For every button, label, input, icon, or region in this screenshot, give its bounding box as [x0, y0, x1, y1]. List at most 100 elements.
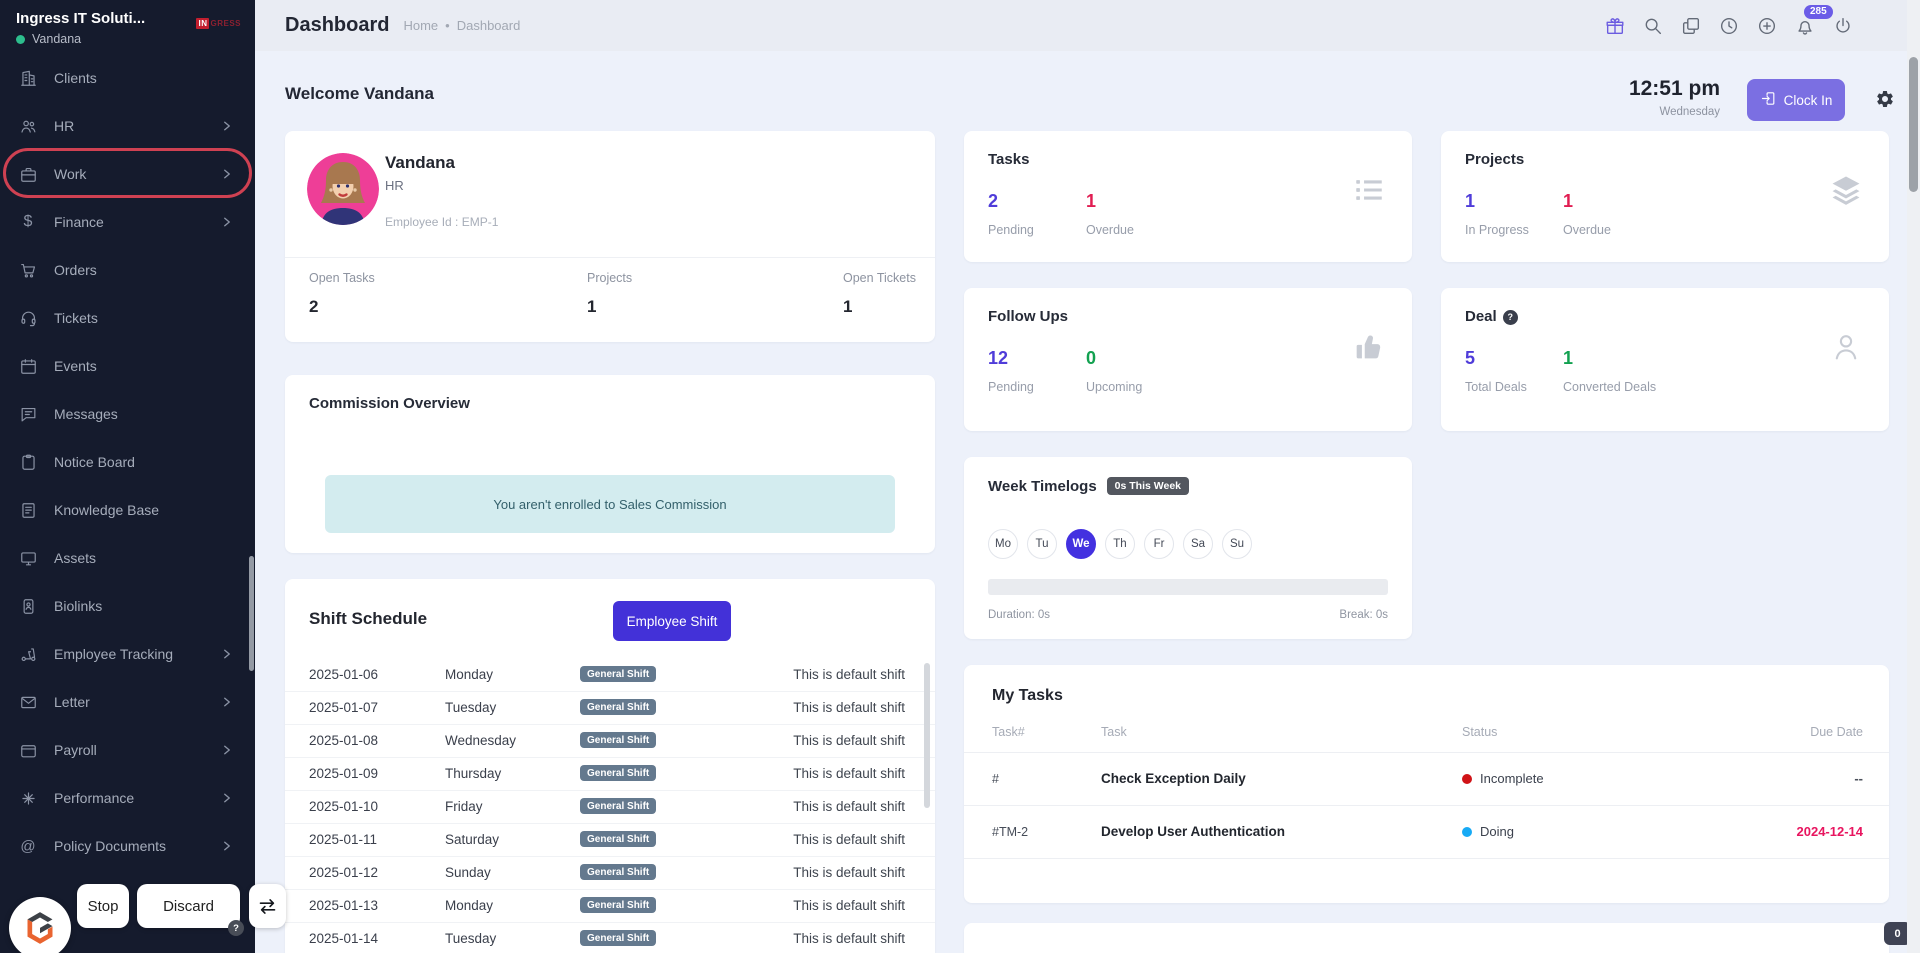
- shift-row[interactable]: 2025-01-09ThursdayGeneral ShiftThis is d…: [285, 758, 935, 791]
- breadcrumb-home[interactable]: Home: [403, 18, 438, 33]
- weekday-mo[interactable]: Mo: [988, 529, 1018, 559]
- task-row[interactable]: #Check Exception DailyIncomplete--: [964, 753, 1889, 806]
- sidebar-item-messages[interactable]: Messages: [0, 390, 255, 438]
- sidebar-item-label: Tickets: [54, 310, 98, 326]
- search-icon[interactable]: [1642, 15, 1664, 37]
- weekday-th[interactable]: Th: [1105, 529, 1135, 559]
- col-status: Status: [1462, 725, 1497, 739]
- help-icon[interactable]: ?: [1503, 310, 1518, 325]
- gift-icon[interactable]: [1604, 15, 1626, 37]
- shift-date: 2025-01-07: [309, 700, 378, 715]
- shift-day: Monday: [445, 898, 493, 913]
- breadcrumb: Home • Dashboard: [403, 18, 520, 33]
- sidebar-item-letter[interactable]: Letter: [0, 678, 255, 726]
- metric-value[interactable]: 5: [1465, 348, 1527, 369]
- shift-type-badge: General Shift: [580, 930, 656, 946]
- chevron-right-icon: [221, 120, 233, 132]
- weekday-su[interactable]: Su: [1222, 529, 1252, 559]
- shift-row[interactable]: 2025-01-07TuesdayGeneral ShiftThis is de…: [285, 692, 935, 725]
- sidebar-item-knowledge-base[interactable]: Knowledge Base: [0, 486, 255, 534]
- sidebar-item-clients[interactable]: Clients: [0, 54, 255, 102]
- power-icon[interactable]: [1832, 15, 1854, 37]
- main-content: Welcome Vandana 12:51 pm Wednesday Clock…: [255, 51, 1920, 953]
- metric-value[interactable]: 1: [1465, 191, 1529, 212]
- col-task-id: Task#: [992, 725, 1025, 739]
- clock-in-button[interactable]: Clock In: [1747, 79, 1845, 121]
- shift-row[interactable]: 2025-01-13MondayGeneral ShiftThis is def…: [285, 890, 935, 923]
- help-badge[interactable]: ?: [228, 920, 244, 936]
- sidebar-item-tickets[interactable]: Tickets: [0, 294, 255, 342]
- sidebar-item-policy-documents[interactable]: @Policy Documents: [0, 822, 255, 870]
- shift-type-badge: General Shift: [580, 864, 656, 880]
- task-status: Doing: [1462, 824, 1514, 839]
- sidebar-item-payroll[interactable]: Payroll: [0, 726, 255, 774]
- metric-value[interactable]: 1: [1563, 348, 1656, 369]
- monitor-icon: [18, 548, 38, 568]
- task-row[interactable]: #TM-2Develop User AuthenticationDoing202…: [964, 806, 1889, 859]
- sidebar-item-employee-tracking[interactable]: Employee Tracking: [0, 630, 255, 678]
- discard-button[interactable]: Discard: [137, 884, 240, 928]
- task-title[interactable]: Develop User Authentication: [1101, 824, 1285, 839]
- metric-value[interactable]: 1: [1086, 191, 1134, 212]
- bell-icon[interactable]: 285: [1794, 15, 1816, 37]
- shift-type-badge: General Shift: [580, 897, 656, 913]
- clock-icon[interactable]: [1718, 15, 1740, 37]
- stop-button[interactable]: Stop: [77, 884, 129, 928]
- metric-label: Overdue: [1086, 223, 1134, 237]
- sidebar-item-biolinks[interactable]: Biolinks: [0, 582, 255, 630]
- shift-table: 2025-01-06MondayGeneral ShiftThis is def…: [285, 659, 935, 953]
- shift-row[interactable]: 2025-01-12SundayGeneral ShiftThis is def…: [285, 857, 935, 890]
- mail-icon: [18, 692, 38, 712]
- sidebar-item-label: Assets: [54, 550, 96, 566]
- breadcrumb-separator: •: [445, 18, 450, 33]
- profile-stat-projects: Projects1: [587, 271, 632, 317]
- weekday-sa[interactable]: Sa: [1183, 529, 1213, 559]
- shift-schedule-card: Shift Schedule Employee Shift 2025-01-06…: [285, 579, 935, 953]
- sidebar-item-finance[interactable]: $Finance: [0, 198, 255, 246]
- weekday-fr[interactable]: Fr: [1144, 529, 1174, 559]
- employee-shift-button[interactable]: Employee Shift: [613, 601, 731, 641]
- shift-row[interactable]: 2025-01-06MondayGeneral ShiftThis is def…: [285, 659, 935, 692]
- page-title: Dashboard: [285, 14, 389, 37]
- page-scrollbar-thumb[interactable]: [1909, 57, 1918, 192]
- profile-role: HR: [385, 178, 404, 193]
- page-scrollbar[interactable]: [1907, 0, 1920, 953]
- shift-row[interactable]: 2025-01-10FridayGeneral ShiftThis is def…: [285, 791, 935, 824]
- sidebar-item-orders[interactable]: Orders: [0, 246, 255, 294]
- sidebar-item-notice-board[interactable]: Notice Board: [0, 438, 255, 486]
- metric-value[interactable]: 0: [1086, 348, 1142, 369]
- plus-icon[interactable]: [1756, 15, 1778, 37]
- shift-day: Wednesday: [445, 733, 516, 748]
- sidebar-item-hr[interactable]: HR: [0, 102, 255, 150]
- shift-table-scrollbar[interactable]: [924, 663, 930, 808]
- task-title[interactable]: Check Exception Daily: [1101, 771, 1246, 786]
- copy-icon[interactable]: [1680, 15, 1702, 37]
- sidebar-item-work[interactable]: Work: [0, 150, 255, 198]
- shift-note: This is default shift: [793, 700, 905, 715]
- extension-logo[interactable]: [9, 897, 71, 953]
- shift-date: 2025-01-11: [309, 832, 377, 847]
- org-name[interactable]: Ingress IT Soluti...: [16, 10, 186, 27]
- weekday-we-active[interactable]: We: [1066, 529, 1096, 559]
- gear-icon[interactable]: [1875, 89, 1895, 109]
- headset-icon: [18, 308, 38, 328]
- shift-row[interactable]: 2025-01-14TuesdayGeneral ShiftThis is de…: [285, 923, 935, 953]
- weekday-tu[interactable]: Tu: [1027, 529, 1057, 559]
- metric-label: Overdue: [1563, 223, 1611, 237]
- shift-note: This is default shift: [793, 898, 905, 913]
- status-dot: [1462, 827, 1472, 837]
- follow-ups-card: Follow Ups12Pending0Upcoming: [964, 288, 1412, 431]
- screen: Ingress IT Soluti... Vandana IN GRESS Cl…: [0, 0, 1920, 953]
- metric-value[interactable]: 12: [988, 348, 1034, 369]
- sidebar-item-events[interactable]: Events: [0, 342, 255, 390]
- swap-button[interactable]: [249, 884, 286, 928]
- sidebar-user-name: Vandana: [32, 32, 81, 46]
- sidebar-item-assets[interactable]: Assets: [0, 534, 255, 582]
- shift-row[interactable]: 2025-01-11SaturdayGeneral ShiftThis is d…: [285, 824, 935, 857]
- sidebar-item-performance[interactable]: Performance: [0, 774, 255, 822]
- shift-row[interactable]: 2025-01-08WednesdayGeneral ShiftThis is …: [285, 725, 935, 758]
- stat-label: Open Tasks: [309, 271, 375, 285]
- metric-value[interactable]: 2: [988, 191, 1034, 212]
- sidebar-scrollbar[interactable]: [249, 556, 254, 671]
- metric-value[interactable]: 1: [1563, 191, 1611, 212]
